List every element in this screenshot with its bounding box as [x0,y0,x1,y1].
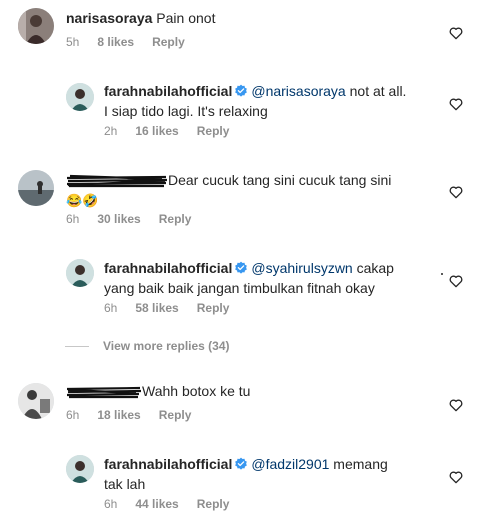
comment-body: farahnabilahofficial @narisasoraya not at… [104,81,406,121]
comment-meta: 2h 16 likes Reply [104,124,229,138]
decorative-dot [441,273,443,275]
redacted-username-scribble [66,175,168,188]
verified-badge-icon [235,261,248,274]
comment-body: Wahh botox ke tu [66,381,250,401]
comment-body: Dear cucuk tang sini cucuk tang sini 😂🤣 [66,170,391,211]
heart-outline-icon[interactable] [448,469,464,485]
comment-meta: 6h 58 likes Reply [104,301,229,315]
reply-button[interactable]: Reply [159,212,192,226]
avatar[interactable] [66,83,94,111]
reply-button[interactable]: Reply [197,301,230,315]
comment-text: not at all. [345,83,407,99]
likes-count[interactable]: 8 likes [97,35,134,49]
username[interactable]: farahnabilahofficial [104,456,232,472]
likes-count[interactable]: 58 likes [135,301,178,315]
heart-outline-icon[interactable] [448,273,464,289]
verified-badge-icon [235,84,248,97]
likes-count[interactable]: 18 likes [97,408,140,422]
comment-meta: 6h 30 likes Reply [66,212,191,226]
timestamp: 6h [66,212,80,226]
heart-outline-icon[interactable] [448,397,464,413]
heart-outline-icon[interactable] [448,25,464,41]
username[interactable]: farahnabilahofficial [104,260,232,276]
avatar[interactable] [66,455,94,483]
likes-count[interactable]: 44 likes [135,497,178,511]
reply-button[interactable]: Reply [159,408,192,422]
redacted-username-scribble [66,387,142,399]
divider-line [65,345,89,347]
view-more-replies[interactable]: View more replies (34) [65,339,230,353]
timestamp: 6h [66,408,80,422]
avatar[interactable] [18,8,54,44]
mention-link[interactable]: @fadzil2901 [251,456,329,472]
avatar[interactable] [18,170,54,206]
comment-meta: 6h 18 likes Reply [66,408,191,422]
comment-text-line2: tak lah [104,476,146,492]
timestamp: 6h [104,497,118,511]
likes-count[interactable]: 16 likes [135,124,178,138]
comment-text-line2: I siap tido lagi. It's relaxing [104,103,268,119]
comment-emoji: 😂🤣 [66,193,99,208]
username[interactable]: farahnabilahofficial [104,83,232,99]
comment-body: farahnabilahofficial @fadzil2901 memang t… [104,454,388,494]
comment-text: memang [329,456,388,472]
comment-text: Wahh botox ke tu [142,383,251,399]
comment-body: farahnabilahofficial @syahirulsyzwn cakap… [104,258,394,298]
comment-meta: 6h 44 likes Reply [104,497,229,511]
timestamp: 5h [66,35,80,49]
view-more-replies-label[interactable]: View more replies (34) [103,339,230,353]
comment-meta: 5h 8 likes Reply [66,35,185,49]
reply-button[interactable]: Reply [197,497,230,511]
reply-button[interactable]: Reply [152,35,185,49]
likes-count[interactable]: 30 likes [97,212,140,226]
heart-outline-icon[interactable] [448,96,464,112]
comment-text: cakap [352,260,394,276]
verified-badge-icon [235,457,248,470]
mention-link[interactable]: @narisasoraya [251,83,345,99]
avatar[interactable] [18,383,54,419]
mention-link[interactable]: @syahirulsyzwn [251,260,352,276]
heart-outline-icon[interactable] [448,184,464,200]
avatar[interactable] [66,259,94,287]
reply-button[interactable]: Reply [197,124,230,138]
comment-text: Dear cucuk tang sini cucuk tang sini [168,172,392,188]
comment-text: Pain onot [156,10,216,26]
timestamp: 6h [104,301,118,315]
comment-body: narisasoraya Pain onot [66,8,215,28]
username[interactable]: narisasoraya [66,10,152,26]
timestamp: 2h [104,124,118,138]
comment-text-line2: yang baik baik jangan timbulkan fitnah o… [104,280,375,296]
